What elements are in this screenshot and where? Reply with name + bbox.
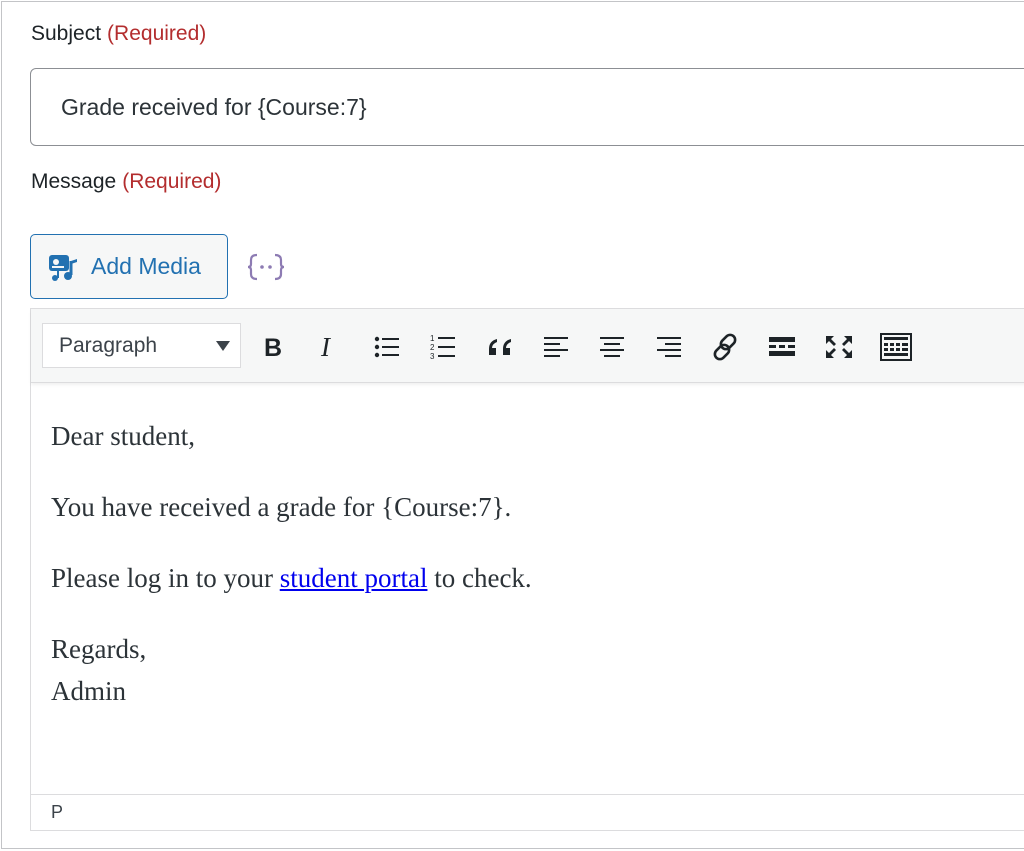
- add-media-label: Add Media: [91, 253, 201, 279]
- notification-form: Subject (Required) Grade received for {Co…: [1, 1, 1024, 849]
- svg-text:3: 3: [430, 352, 435, 360]
- media-icon: [47, 251, 79, 283]
- link-icon[interactable]: [705, 327, 745, 367]
- align-right-icon[interactable]: [649, 327, 689, 367]
- editor-toolbar: Paragraph B I 1 2 3: [31, 309, 1024, 383]
- message-editor: Paragraph B I 1 2 3 Dear student, You ha…: [30, 308, 1024, 831]
- element-path[interactable]: P: [51, 802, 63, 822]
- align-center-icon[interactable]: [592, 327, 632, 367]
- editor-statusbar: P: [31, 794, 1024, 830]
- student-portal-link[interactable]: student portal: [280, 563, 428, 593]
- align-left-icon[interactable]: [536, 327, 576, 367]
- body-portal-line: Please log in to your student portal to …: [51, 557, 1010, 599]
- message-label: Message (Required): [31, 170, 221, 194]
- fullscreen-icon[interactable]: [819, 327, 859, 367]
- format-select[interactable]: Paragraph: [42, 323, 241, 368]
- message-required-marker: (Required): [122, 170, 222, 193]
- svg-text:2: 2: [430, 343, 435, 352]
- svg-text:B: B: [264, 335, 282, 359]
- blockquote-icon[interactable]: [479, 327, 519, 367]
- numbered-list-icon[interactable]: 1 2 3: [423, 327, 463, 367]
- bulleted-list-icon[interactable]: [367, 327, 407, 367]
- chevron-down-icon: [216, 341, 230, 351]
- subject-required-marker: (Required): [107, 22, 207, 45]
- svg-text:1: 1: [430, 334, 435, 343]
- body-regards: Regards,: [51, 634, 147, 664]
- svg-text:I: I: [320, 335, 332, 359]
- editor-content[interactable]: Dear student, You have received a grade …: [51, 415, 1010, 741]
- merge-tags-icon[interactable]: [246, 250, 286, 284]
- subject-label-text: Subject: [31, 22, 102, 45]
- toolbar-toggle-icon[interactable]: [876, 327, 916, 367]
- body-admin: Admin: [51, 676, 127, 706]
- format-select-value: Paragraph: [59, 333, 158, 357]
- body-grade-line: You have received a grade for {Course:7}…: [51, 492, 512, 522]
- read-more-icon[interactable]: [762, 327, 802, 367]
- body-signoff: Regards, Admin: [51, 628, 1010, 712]
- italic-icon[interactable]: I: [309, 327, 349, 367]
- message-label-text: Message: [31, 170, 117, 193]
- bold-icon[interactable]: B: [253, 327, 293, 367]
- body-portal-after: to check.: [427, 563, 532, 593]
- add-media-button[interactable]: Add Media: [30, 234, 228, 299]
- body-portal-before: Please log in to your: [51, 563, 280, 593]
- body-greeting: Dear student,: [51, 421, 195, 451]
- subject-input[interactable]: Grade received for {Course:7}: [30, 68, 1024, 146]
- subject-label: Subject (Required): [31, 22, 206, 46]
